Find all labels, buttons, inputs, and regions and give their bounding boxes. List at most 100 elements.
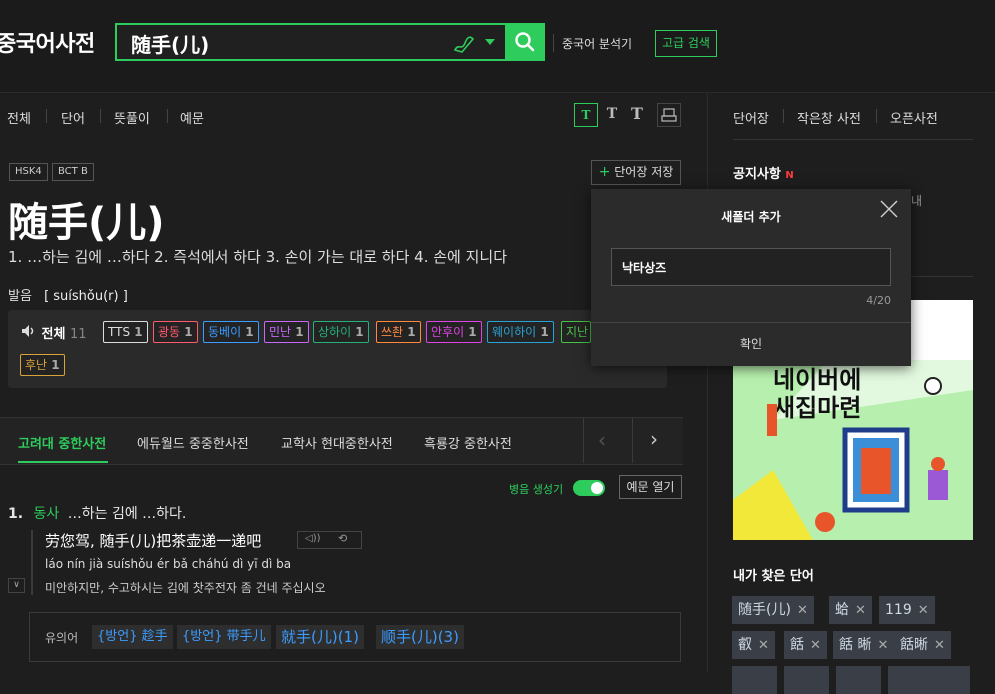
- tab-word[interactable]: 단어: [61, 108, 85, 127]
- chevron-left-icon[interactable]: ‹: [598, 428, 606, 452]
- dialect-chip[interactable]: 쓰촨 1: [376, 321, 421, 343]
- example-pinyin: láo nín jià suíshǒu ér bǎ cháhú dì yī dì…: [45, 557, 292, 571]
- tab-eduworld-dict[interactable]: 에듀월드 중중한사전: [137, 433, 249, 452]
- synonym-link[interactable]: 顺手(儿)(3): [376, 625, 464, 649]
- close-icon[interactable]: ✕: [918, 603, 929, 618]
- dialect-chip-label: 광동: [158, 325, 181, 339]
- recent-word-chip[interactable]: [784, 666, 829, 694]
- tab-kyohaksa-dict[interactable]: 교학사 현대중한사전: [281, 433, 393, 452]
- speaker-icon[interactable]: ◁)): [305, 533, 321, 544]
- synonym-link[interactable]: {방언} 趁手: [92, 625, 173, 649]
- dictionary-logo[interactable]: 중국어사전: [0, 26, 95, 58]
- close-icon[interactable]: ✕: [810, 638, 821, 653]
- close-icon[interactable]: ✕: [934, 638, 945, 653]
- dialect-chip[interactable]: 민난 1: [264, 321, 309, 343]
- dialect-chip-count: 1: [536, 325, 549, 339]
- dialect-chip-count: 1: [241, 325, 254, 339]
- divider: [733, 139, 973, 140]
- tab-mini-dictionary[interactable]: 작은창 사전: [797, 108, 861, 127]
- open-examples-button[interactable]: 예문 열기: [619, 475, 682, 499]
- tab-heilongjiang-dict[interactable]: 흑룡강 중한사전: [424, 433, 512, 452]
- svg-text:네이버에: 네이버에: [773, 366, 861, 394]
- recent-words-title: 내가 찾은 단어: [733, 569, 814, 584]
- close-icon[interactable]: ✕: [877, 638, 888, 653]
- close-icon[interactable]: ✕: [797, 603, 808, 618]
- search-box[interactable]: [115, 23, 543, 61]
- popup-title: 새폴더 추가: [721, 210, 781, 224]
- pinyin-generator-toggle[interactable]: [573, 480, 605, 496]
- font-size-large-button[interactable]: T: [625, 103, 649, 127]
- folder-name-input[interactable]: [611, 248, 891, 286]
- dialect-chip-label: 안후이: [431, 325, 465, 339]
- pinyin-generator-label: 병음 생성기: [509, 483, 564, 496]
- dialect-chip[interactable]: 광동 1: [153, 321, 198, 343]
- dialect-all-label: 전체: [41, 327, 66, 342]
- sense-number: 1.: [8, 506, 24, 522]
- font-size-small-button[interactable]: T: [574, 103, 598, 127]
- divider: [911, 276, 973, 277]
- notice-heading[interactable]: 공지사항 N: [733, 163, 794, 182]
- recent-word-chip[interactable]: 餂 ✕: [784, 631, 827, 659]
- notice-text[interactable]: 내: [911, 192, 922, 209]
- dialect-chip[interactable]: 동베이 1: [203, 321, 259, 343]
- dialect-chip[interactable]: 후난 1: [20, 354, 65, 376]
- close-icon[interactable]: [878, 198, 900, 224]
- recent-word-chip[interactable]: [888, 666, 970, 694]
- tab-korea-univ-dict[interactable]: 고려대 중한사전: [18, 433, 106, 452]
- new-folder-popup: 새폴더 추가 4/20 확인: [591, 189, 911, 366]
- tab-example[interactable]: 예문: [180, 108, 204, 127]
- new-badge: N: [785, 170, 794, 181]
- handwriting-icon[interactable]: [452, 33, 476, 59]
- dialect-chip-label: 지난: [566, 325, 589, 339]
- search-button[interactable]: [505, 23, 545, 61]
- print-icon: [661, 108, 677, 122]
- chevron-down-icon[interactable]: ∨: [8, 578, 25, 593]
- recent-word-chip[interactable]: 餂 晰 ✕: [833, 631, 895, 659]
- tab-definition[interactable]: 뜻풀이: [114, 108, 150, 127]
- example-korean: 미안하지만, 수고하시는 김에 찻주전자 좀 건네 주십시오: [45, 581, 326, 595]
- recent-word-chip[interactable]: [732, 666, 777, 694]
- dialect-chip[interactable]: TTS 1: [103, 321, 148, 343]
- repeat-icon[interactable]: ⟲: [338, 532, 347, 545]
- divider: [583, 418, 584, 463]
- tab-all[interactable]: 전체: [7, 108, 31, 127]
- print-button[interactable]: [657, 103, 681, 127]
- tab-wordbook[interactable]: 단어장: [733, 108, 769, 127]
- close-icon[interactable]: ✕: [855, 603, 866, 618]
- advanced-search-button[interactable]: 고급 검색: [655, 30, 717, 57]
- divider: [100, 109, 101, 123]
- recent-word-chip[interactable]: 叡 ✕: [732, 631, 775, 659]
- chevron-right-icon[interactable]: ›: [650, 427, 658, 451]
- panel-divider: [707, 93, 708, 672]
- font-size-medium-button[interactable]: T: [600, 103, 624, 127]
- save-to-wordbook-button[interactable]: + 단어장 저장: [591, 160, 681, 185]
- synonym-link[interactable]: {방언} 带手儿: [177, 625, 271, 649]
- search-input[interactable]: [129, 28, 433, 58]
- dialect-chip[interactable]: 웨이하이 1: [487, 321, 554, 343]
- dialect-chip-count: 1: [403, 325, 416, 339]
- confirm-button[interactable]: 확인: [591, 323, 911, 366]
- dialect-chip[interactable]: 안후이 1: [426, 321, 482, 343]
- recent-word-chip[interactable]: 119 ✕: [879, 596, 935, 624]
- save-label: 단어장 저장: [614, 165, 674, 179]
- example-chinese: 劳您驾, 随手(儿)把茶壶递一递吧: [45, 532, 262, 550]
- dialect-chip[interactable]: 지난: [561, 321, 591, 343]
- recent-word-chip[interactable]: 餂晰 ✕: [894, 631, 951, 659]
- synonym-link[interactable]: 就手(儿)(1): [276, 625, 364, 649]
- recent-word-chip[interactable]: 随手(儿) ✕: [732, 596, 814, 624]
- close-icon[interactable]: ✕: [758, 638, 769, 653]
- recent-word-label: 餂: [790, 637, 804, 653]
- level-badge: HSK4: [9, 163, 48, 181]
- dialect-chip[interactable]: 상하이 1: [313, 321, 369, 343]
- level-badge: BCT B: [52, 163, 94, 181]
- part-of-speech[interactable]: 동사: [34, 506, 60, 522]
- recent-word-chip[interactable]: 蛤 ✕: [829, 596, 872, 624]
- recent-word-chip[interactable]: [836, 666, 881, 694]
- plus-icon: +: [598, 164, 611, 180]
- dialect-all[interactable]: 전체 11: [21, 323, 87, 342]
- tab-open-dictionary[interactable]: 오픈사전: [890, 108, 938, 127]
- divider: [46, 109, 47, 123]
- divider: [632, 418, 633, 463]
- chinese-analyzer-link[interactable]: 중국어 분석기: [562, 35, 632, 52]
- chevron-down-icon[interactable]: [485, 39, 495, 45]
